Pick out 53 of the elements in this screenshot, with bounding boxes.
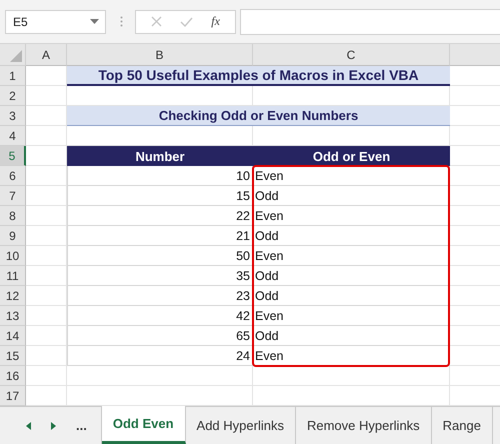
- sheet-tab[interactable]: Range: [432, 407, 493, 444]
- dropdown-icon: [90, 19, 99, 24]
- row-header[interactable]: 11: [0, 266, 26, 286]
- column-heading: Number: [67, 146, 253, 166]
- name-box[interactable]: E5: [5, 10, 106, 34]
- row-header[interactable]: 6: [0, 166, 26, 186]
- insert-function-button[interactable]: fx: [211, 14, 220, 29]
- row-header[interactable]: 1: [0, 66, 26, 86]
- column-header[interactable]: [450, 44, 500, 66]
- sheet-tab[interactable]: Remove Hyperlinks: [296, 407, 432, 444]
- cancel-icon[interactable]: [151, 16, 162, 27]
- row-header[interactable]: 2: [0, 86, 26, 106]
- scroll-left-button[interactable]: [26, 422, 31, 430]
- table-cell: 42: [67, 306, 253, 326]
- table-cell: 35: [67, 266, 253, 286]
- column-header[interactable]: B: [67, 44, 253, 66]
- table-cell: 50: [67, 246, 253, 266]
- row-header[interactable]: 9: [0, 226, 26, 246]
- select-all-icon: [10, 50, 22, 62]
- row-header[interactable]: 7: [0, 186, 26, 206]
- formula-bar[interactable]: [240, 8, 500, 34]
- table-cell: 21: [67, 226, 253, 246]
- table-cell: 10: [67, 166, 253, 186]
- column-header[interactable]: A: [26, 44, 67, 66]
- column-header[interactable]: C: [253, 44, 450, 66]
- row-header[interactable]: 5: [0, 146, 26, 166]
- row-header[interactable]: 15: [0, 346, 26, 366]
- row-header[interactable]: 13: [0, 306, 26, 326]
- table-cell: 24: [67, 346, 253, 366]
- sheet-subtitle: Checking Odd or Even Numbers: [67, 106, 450, 126]
- table-cell: 65: [67, 326, 253, 346]
- sheet-tab[interactable]: Odd Even: [102, 406, 186, 444]
- row-header[interactable]: 12: [0, 286, 26, 306]
- sheet-title: Top 50 Useful Examples of Macros in Excel VBA: [67, 66, 450, 86]
- more-sheets-button[interactable]: ...: [76, 418, 87, 433]
- grip-icon: [120, 16, 123, 27]
- row-header[interactable]: 17: [0, 386, 26, 406]
- row-header[interactable]: 8: [0, 206, 26, 226]
- table-cell: 15: [67, 186, 253, 206]
- row-header[interactable]: 14: [0, 326, 26, 346]
- row-header[interactable]: 4: [0, 126, 26, 146]
- table-cell: 23: [67, 286, 253, 306]
- sheet-tab[interactable]: Add Hyperlinks: [186, 407, 296, 444]
- row-header[interactable]: 10: [0, 246, 26, 266]
- scroll-right-button[interactable]: [51, 422, 56, 430]
- table-cell: Even: [253, 166, 450, 186]
- worksheet-grid[interactable]: [0, 44, 500, 406]
- row-header[interactable]: 16: [0, 366, 26, 386]
- column-heading: Odd or Even: [253, 146, 450, 166]
- table-cell: 22: [67, 206, 253, 226]
- select-all-button[interactable]: [0, 44, 26, 66]
- checkmark-icon[interactable]: [180, 16, 194, 26]
- row-header[interactable]: 3: [0, 106, 26, 126]
